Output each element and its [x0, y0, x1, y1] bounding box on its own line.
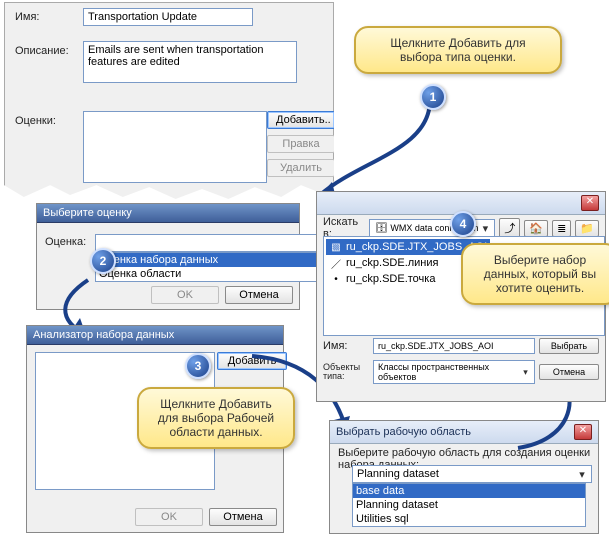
line-layer-icon: ／ [329, 256, 343, 270]
select-evaluation-dialog: Выберите оценку Оценка: ▾ Оценка набора … [36, 203, 300, 310]
lookin-dropdown[interactable]: 🗄WMX data connection ▾ [369, 219, 495, 237]
desc-field[interactable]: Emails are sent when transportation feat… [83, 41, 297, 83]
polygon-layer-icon: ▧ [329, 240, 343, 254]
dlg3-title: Выбрать рабочую область [336, 426, 471, 438]
step-3: 3 [185, 353, 211, 379]
name-field[interactable]: Transportation Update [83, 8, 253, 26]
option-area-eval[interactable]: Оценка области [96, 267, 324, 281]
select-workspace-dialog: Выбрать рабочую область ✕ Выберите рабоч… [329, 420, 599, 534]
properties-form: Имя: Transportation Update Описание: Ema… [4, 2, 334, 201]
delete-button: Удалить [267, 159, 335, 177]
list-icon[interactable]: ≣ [552, 220, 571, 237]
ws-opt-planning[interactable]: Planning dataset [353, 498, 585, 512]
step-2: 2 [90, 248, 116, 274]
dlg4-name-label: Имя: [323, 340, 369, 352]
desc-label: Описание: [15, 45, 69, 57]
close-icon[interactable]: ✕ [574, 424, 592, 440]
workspace-options[interactable]: base data Planning dataset Utilities sql [352, 483, 586, 527]
evaluation-options[interactable]: Оценка набора данных Оценка области [95, 252, 325, 282]
chevron-down-icon: ▾ [519, 365, 532, 379]
up-icon[interactable]: ⤴ [499, 218, 520, 238]
edit-button: Правка [267, 135, 335, 153]
file-item[interactable]: ／ru_ckp.SDE.линия [326, 255, 442, 271]
dlg1-label: Оценка: [45, 236, 86, 248]
eval-label: Оценки: [15, 115, 56, 127]
point-layer-icon: • [329, 272, 343, 286]
home-icon[interactable]: 🏠 [524, 220, 548, 237]
dlg1-titlebar: Выберите оценку [37, 204, 299, 223]
workspace-dropdown[interactable]: Planning dataset ▾ [352, 465, 592, 483]
dlg4-type-dropdown[interactable]: Классы пространственных объектов▾ [373, 360, 535, 384]
dlg2-cancel[interactable]: Отмена [209, 508, 277, 526]
eval-list[interactable] [83, 111, 267, 183]
chevron-down-icon: ▾ [478, 221, 492, 235]
select-button[interactable]: Выбрать [539, 338, 599, 354]
dlg4-name-field[interactable]: ru_ckp.SDE.JTX_JOBS_AOI [373, 338, 535, 354]
option-dataset-eval[interactable]: Оценка набора данных [96, 253, 324, 267]
dlg4-cancel[interactable]: Отмена [539, 364, 599, 380]
dlg4-type-value: Классы пространственных объектов [378, 362, 519, 382]
chevron-down-icon: ▾ [575, 467, 589, 481]
dlg2-add[interactable]: Добавить [217, 352, 287, 370]
dlg1-title: Выберите оценку [43, 207, 132, 219]
dlg1-cancel[interactable]: Отмена [225, 286, 293, 304]
close-icon[interactable]: ✕ [581, 195, 599, 211]
add-button[interactable]: Добавить.. [267, 111, 335, 129]
ws-opt-utilities[interactable]: Utilities sql [353, 512, 585, 526]
dlg3-titlebar: Выбрать рабочую область ✕ [330, 421, 598, 444]
dlg1-ok: OK [151, 286, 219, 304]
step-4: 4 [450, 211, 476, 237]
evaluation-dropdown[interactable]: ▾ [95, 234, 331, 252]
dlg2-title: Анализатор набора данных [33, 329, 174, 341]
step-1: 1 [420, 84, 446, 110]
callout-3: Щелкните Добавить для выбора Рабочей обл… [137, 387, 295, 449]
dlg4-type-label: Объекты типа: [323, 363, 369, 381]
name-label: Имя: [15, 11, 39, 23]
new-folder-icon[interactable]: 📁 [575, 220, 599, 237]
file-item[interactable]: •ru_ckp.SDE.точка [326, 271, 438, 287]
dlg2-titlebar: Анализатор набора данных [27, 326, 283, 345]
dlg2-ok: OK [135, 508, 203, 526]
callout-1: Щелкните Добавить для выбора типа оценки… [354, 26, 562, 74]
callout-4: Выберите набор данных, который вы хотите… [461, 243, 609, 305]
database-icon: 🗄 [374, 221, 388, 235]
workspace-selected: Planning dataset [357, 468, 439, 480]
ws-opt-basedata[interactable]: base data [353, 484, 585, 498]
